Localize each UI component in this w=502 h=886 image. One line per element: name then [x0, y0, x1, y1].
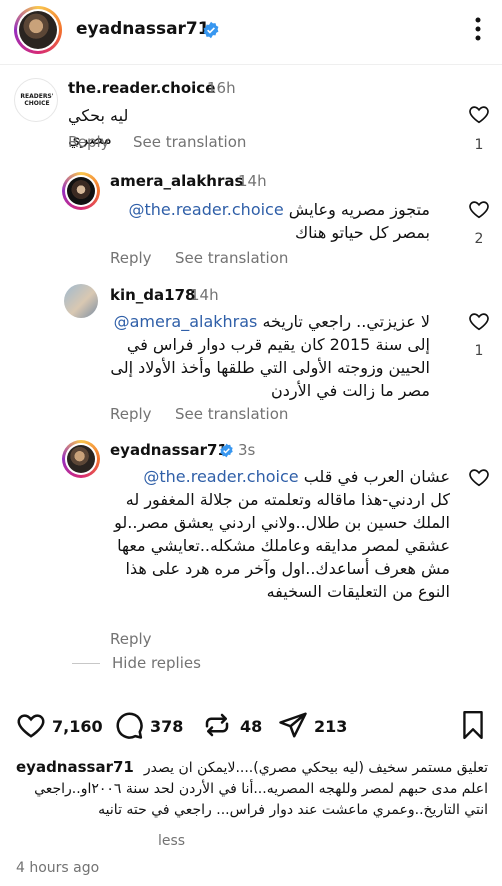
post-username[interactable]: eyadnassar71 [76, 19, 210, 39]
comment-time: 16h [207, 79, 236, 97]
repost-count[interactable]: 48 [240, 717, 262, 736]
comment-text: لا عزيزتي.. راجعي تاريخه @amera_alakhras… [110, 310, 430, 402]
like-count: 1 [474, 137, 484, 153]
caption-username[interactable]: eyadnassar71 [16, 758, 140, 776]
verified-icon [219, 443, 234, 458]
share-count[interactable]: 213 [314, 717, 347, 736]
comment-text-first: متجوز مصريه وعايش [288, 200, 430, 219]
like-count: 2 [474, 231, 484, 247]
reply-button[interactable]: Reply [110, 249, 152, 267]
comment-text-first: عشان العرب في قلب [303, 467, 450, 486]
like-count: 1 [474, 343, 484, 359]
comment-username[interactable]: amera_alakhras [110, 172, 243, 190]
caption-less-button[interactable]: less [158, 833, 185, 849]
like-icon[interactable] [468, 310, 490, 332]
post-header: eyadnassar71 [0, 0, 502, 60]
comment-count[interactable]: 378 [150, 717, 183, 736]
avatar[interactable]: READERS' CHOICE [14, 78, 58, 122]
repost-icon[interactable] [202, 710, 232, 740]
hide-replies-button[interactable]: Hide replies [112, 654, 201, 672]
reply-button[interactable]: Reply [110, 405, 152, 423]
comment-text-rest: بمصر كل حياتو هناك [294, 223, 430, 242]
more-options-icon[interactable] [474, 14, 482, 44]
action-bar: 7,160 378 48 213 [0, 706, 502, 746]
avatar[interactable] [64, 284, 98, 318]
mention-link[interactable]: @the.reader.choice [143, 467, 298, 486]
comment-text: متجوز مصريه وعايش @the.reader.choice بمص… [110, 198, 430, 244]
comment-username[interactable]: eyadnassar71 [110, 441, 228, 459]
comment-text-first: لا عزيزتي.. راجعي تاريخه [262, 312, 430, 331]
comment-username[interactable]: the.reader.choice [68, 79, 215, 97]
comment-icon[interactable] [114, 710, 144, 740]
comment-text-rest: كل اردني-هذا ماقاله وتعلمته من جلالة الم… [114, 490, 450, 601]
avatar[interactable] [14, 6, 62, 54]
header-divider [0, 64, 502, 65]
like-icon[interactable] [468, 466, 490, 488]
mention-link[interactable]: @amera_alakhras [114, 312, 258, 331]
share-icon[interactable] [278, 710, 308, 740]
comment-text-rest: إلى سنة 2015 كان يقيم قرب دوار فراس في ا… [110, 335, 430, 400]
reply-button[interactable]: Reply [68, 133, 110, 151]
save-icon[interactable] [460, 710, 486, 740]
comment-time: 14h [190, 286, 219, 304]
like-icon[interactable] [16, 710, 46, 740]
avatar[interactable] [62, 440, 100, 478]
comment-time: 3s [238, 441, 256, 459]
like-icon[interactable] [468, 103, 490, 125]
like-icon[interactable] [468, 198, 490, 220]
caption-tail: راجعي في حته تانيه [98, 802, 212, 818]
post-timestamp: 4 hours ago [16, 860, 100, 876]
comment-username[interactable]: kin_da178 [110, 286, 195, 304]
verified-icon [202, 21, 220, 39]
reply-button[interactable]: Reply [110, 630, 152, 648]
see-translation-button[interactable]: See translation [175, 249, 288, 267]
comment-text: عشان العرب في قلب @the.reader.choice كل … [110, 465, 450, 603]
like-count[interactable]: 7,160 [52, 717, 103, 736]
see-translation-button[interactable]: See translation [175, 405, 288, 423]
see-translation-button[interactable]: See translation [133, 133, 246, 151]
readers-choice-logo: READERS' CHOICE [20, 93, 54, 107]
mention-link[interactable]: @the.reader.choice [128, 200, 283, 219]
avatar[interactable] [62, 172, 100, 210]
comment-time: 14h [238, 172, 267, 190]
hide-replies-line [72, 663, 100, 664]
